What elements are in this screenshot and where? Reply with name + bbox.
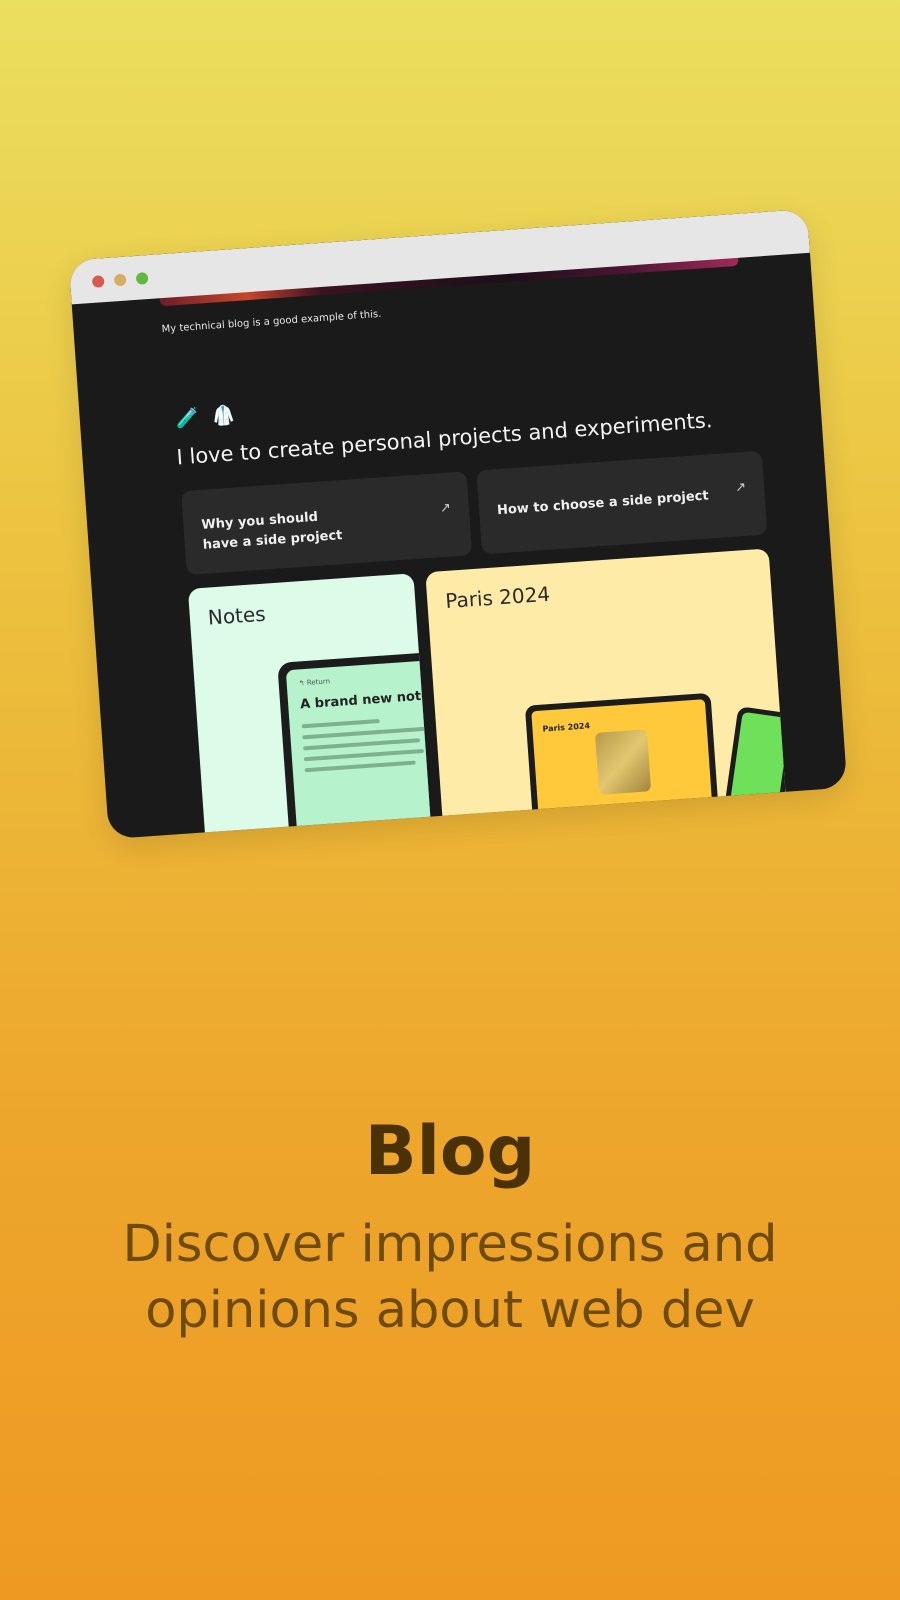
emoji-row: 🧪 🥼 bbox=[175, 403, 242, 431]
link-card-label: Why you should have a side project bbox=[200, 509, 343, 553]
maximize-window-button[interactable] bbox=[135, 272, 149, 285]
side-project-link-card[interactable]: Why you should have a side project ↗ bbox=[181, 471, 473, 576]
lab-coat-icon: 🥼 bbox=[210, 404, 237, 428]
note-text-line bbox=[303, 748, 424, 762]
phone-mockup bbox=[721, 706, 790, 834]
note-text-line bbox=[304, 760, 416, 773]
test-tube-icon: 🧪 bbox=[175, 406, 201, 431]
browser-window: My technical blog is a good example of t… bbox=[68, 208, 848, 840]
project-card-notes[interactable]: Notes ↰ Return A brand new note bbox=[187, 573, 435, 840]
laptop-screen-title: Paris 2024 bbox=[542, 721, 591, 734]
close-window-button[interactable] bbox=[91, 275, 105, 288]
note-text-line bbox=[301, 718, 380, 729]
laptop-screen: Paris 2024 bbox=[531, 699, 715, 840]
promo-title: Blog bbox=[364, 1112, 536, 1191]
medal-image bbox=[594, 729, 652, 795]
project-card-paris-2024[interactable]: Paris 2024 Paris 2024 bbox=[425, 548, 790, 840]
external-arrow-icon: ↗ bbox=[439, 500, 452, 517]
promo-subtitle: Discover impressions and opinions about … bbox=[122, 1215, 778, 1340]
choose-side-project-link-card[interactable]: How to choose a side project ↗ bbox=[476, 450, 768, 555]
note-text-line bbox=[302, 726, 426, 740]
window-titlebar bbox=[68, 208, 810, 305]
external-arrow-icon: ↗ bbox=[734, 479, 747, 496]
project-title: Notes bbox=[207, 601, 267, 630]
phone-screen bbox=[727, 711, 790, 828]
laptop-mockup: Paris 2024 bbox=[524, 692, 721, 840]
tablet-screen: ↰ Return A brand new note bbox=[285, 659, 435, 840]
tablet-mockup: ↰ Return A brand new note bbox=[277, 651, 435, 840]
project-title: Paris 2024 bbox=[444, 581, 551, 614]
blog-caption: My technical blog is a good example of t… bbox=[161, 308, 382, 336]
note-title: A brand new note bbox=[299, 688, 431, 713]
back-link: ↰ Return bbox=[298, 677, 331, 688]
link-card-label: How to choose a side project bbox=[496, 488, 710, 519]
minimize-window-button[interactable] bbox=[113, 273, 127, 287]
note-text-line bbox=[303, 738, 421, 751]
